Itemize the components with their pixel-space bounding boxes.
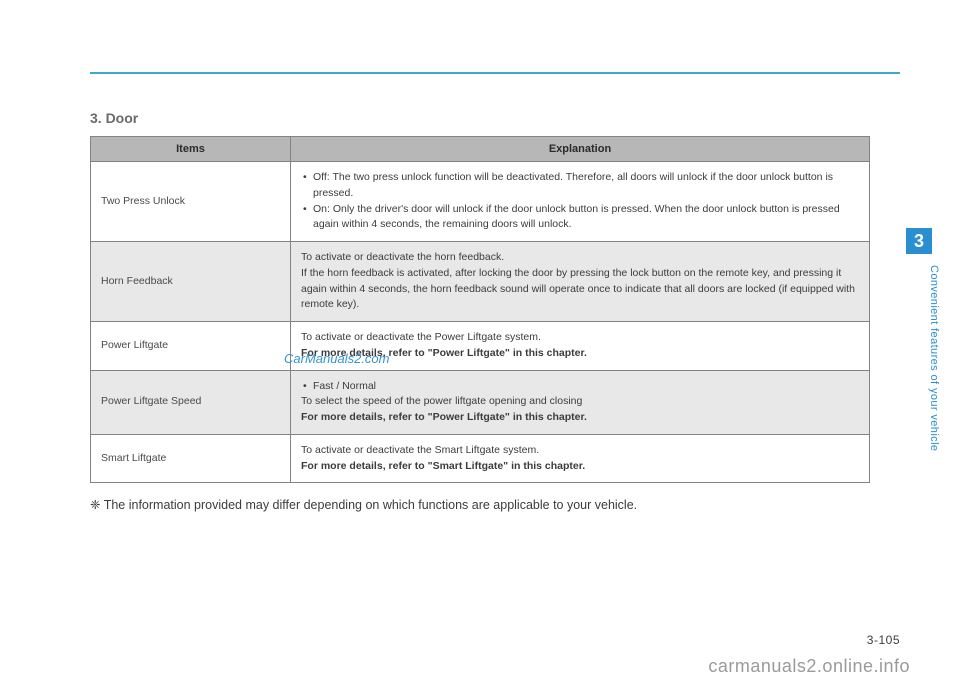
- manual-page: 3. Door Items Explanation Two Press Unlo…: [0, 0, 960, 689]
- table-header-row: Items Explanation: [91, 137, 870, 162]
- explanation-cell: To activate or deactivate the horn feedb…: [291, 242, 870, 322]
- header-explanation: Explanation: [291, 137, 870, 162]
- explanation-cell: To activate or deactivate the Smart Lift…: [291, 434, 870, 483]
- section-title: 3. Door: [90, 110, 900, 126]
- bullet-text: Fast / Normal: [313, 379, 376, 395]
- text-line: To select the speed of the power liftgat…: [301, 394, 859, 410]
- chapter-tab: 3: [906, 228, 932, 254]
- bullet-text: Off: The two press unlock function will …: [313, 170, 859, 202]
- item-cell: Horn Feedback: [91, 242, 291, 322]
- item-cell: Power Liftgate: [91, 322, 291, 371]
- header-rule: [90, 72, 900, 74]
- table-row: Horn Feedback To activate or deactivate …: [91, 242, 870, 322]
- table-row: Power Liftgate Speed •Fast / Normal To s…: [91, 370, 870, 434]
- text-bold-line: For more details, refer to "Power Liftga…: [301, 410, 859, 426]
- bullet-icon: •: [303, 170, 313, 202]
- bullet-text: On: Only the driver's door will unlock i…: [313, 202, 859, 234]
- text-line: If the horn feedback is activated, after…: [301, 266, 859, 313]
- footnote: ❈ The information provided may differ de…: [90, 497, 900, 512]
- item-cell: Power Liftgate Speed: [91, 370, 291, 434]
- chapter-side-label: Convenient features of your vehicle: [928, 265, 940, 451]
- table-row: Smart Liftgate To activate or deactivate…: [91, 434, 870, 483]
- bullet-icon: •: [303, 202, 313, 234]
- table-row: Two Press Unlock •Off: The two press unl…: [91, 162, 870, 242]
- item-cell: Smart Liftgate: [91, 434, 291, 483]
- text-bold-line: For more details, refer to "Smart Liftga…: [301, 459, 859, 475]
- door-settings-table: Items Explanation Two Press Unlock •Off:…: [90, 136, 870, 483]
- item-cell: Two Press Unlock: [91, 162, 291, 242]
- explanation-cell: To activate or deactivate the Power Lift…: [291, 322, 870, 371]
- bullet-icon: •: [303, 379, 313, 395]
- explanation-cell: •Fast / Normal To select the speed of th…: [291, 370, 870, 434]
- text-line: To activate or deactivate the Smart Lift…: [301, 443, 859, 459]
- text-line: To activate or deactivate the horn feedb…: [301, 250, 859, 266]
- watermark-site: carmanuals2.online.info: [708, 656, 910, 677]
- header-items: Items: [91, 137, 291, 162]
- page-number: 3-105: [867, 633, 900, 647]
- explanation-cell: •Off: The two press unlock function will…: [291, 162, 870, 242]
- text-line: To activate or deactivate the Power Lift…: [301, 330, 859, 346]
- text-bold-line: For more details, refer to "Power Liftga…: [301, 346, 859, 362]
- table-row: Power Liftgate To activate or deactivate…: [91, 322, 870, 371]
